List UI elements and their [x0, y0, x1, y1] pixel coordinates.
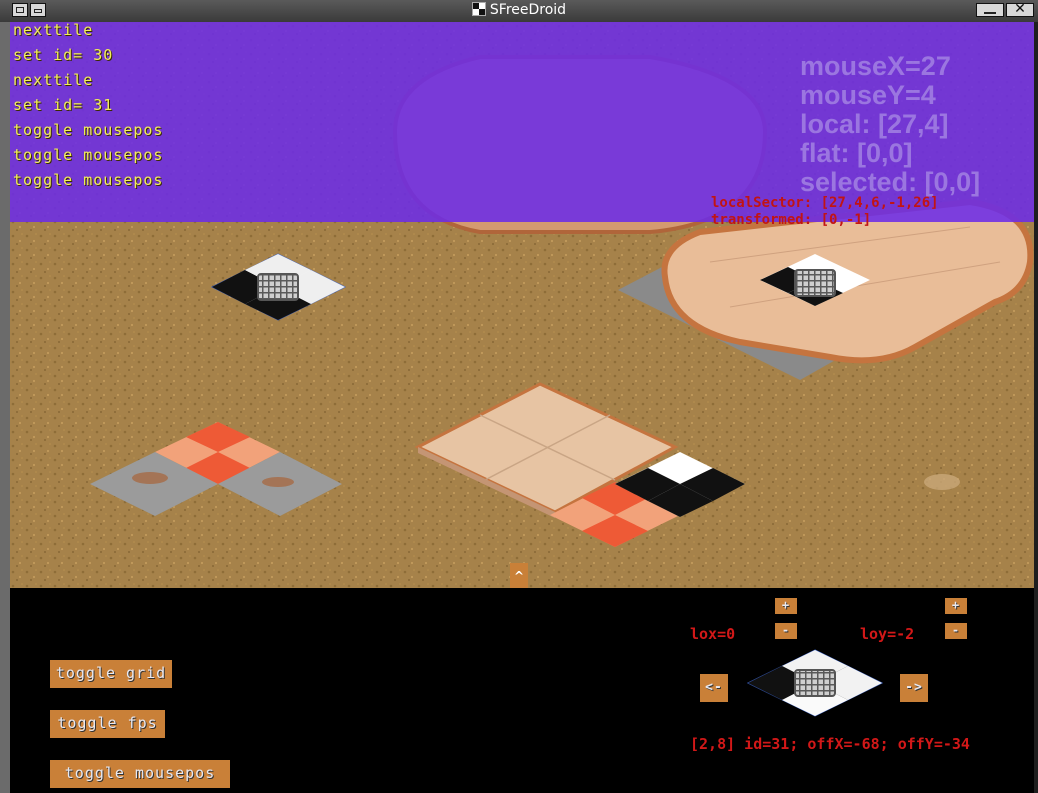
tile-preview	[746, 649, 884, 717]
mouse-y-readout: mouseY=4	[800, 80, 936, 110]
prev-tile-button[interactable]: <-	[700, 674, 728, 702]
mouse-position-readout: mouseX=27 mouseY=4 local: [27,4] flat: […	[800, 52, 980, 197]
mouse-x-readout: mouseX=27	[800, 51, 951, 81]
close-icon[interactable]: ✕	[1006, 1, 1034, 17]
lox-label: lox=0	[690, 625, 736, 643]
editor-panel: toggle grid toggle fps toggle mousepos +…	[10, 588, 1034, 793]
toggle-grid-button[interactable]: toggle grid	[50, 660, 172, 688]
console-log: nexttile set id= 30 nexttile set id= 31 …	[13, 22, 163, 197]
lox-increase-button[interactable]: +	[775, 598, 797, 614]
loy-decrease-button[interactable]: -	[945, 623, 967, 639]
loy-increase-button[interactable]: +	[945, 598, 967, 614]
window-title-bar[interactable]: SFreeDroid ✕	[0, 0, 1038, 23]
flat-readout: flat: [0,0]	[800, 138, 913, 168]
console-line: set id= 31	[13, 96, 114, 114]
loy-label: loy=-2	[860, 625, 915, 643]
window-title: SFreeDroid	[489, 2, 567, 18]
app-icon	[471, 2, 486, 16]
window-right-border	[1034, 22, 1038, 793]
window-title-area: SFreeDroid	[0, 2, 1038, 18]
local-readout: local: [27,4]	[800, 109, 949, 139]
local-sector-readout: localSector: [27,4,6,-1,26]	[711, 195, 939, 211]
console-line: toggle mousepos	[13, 146, 164, 164]
console-line: nexttile	[13, 71, 94, 89]
transformed-readout: transformed: [0,-1]	[711, 212, 872, 228]
lox-decrease-button[interactable]: -	[775, 623, 797, 639]
next-tile-button[interactable]: ->	[900, 674, 928, 702]
console-line: toggle mousepos	[13, 171, 164, 189]
minimize-icon[interactable]	[976, 3, 1004, 17]
sector-readout: localSector: [27,4,6,-1,26] transformed:…	[711, 195, 939, 229]
toggle-mousepos-button[interactable]: toggle mousepos	[50, 760, 230, 788]
console-line: toggle mousepos	[13, 121, 164, 139]
pebbles	[924, 474, 960, 490]
toggle-fps-button[interactable]: toggle fps	[50, 710, 165, 738]
console-line: set id= 30	[13, 46, 114, 64]
window-left-border	[0, 22, 10, 793]
tile-info: [2,8] id=31; offX=-68; offY=-34	[690, 735, 970, 753]
selected-readout: selected: [0,0]	[800, 167, 981, 197]
console-line: nexttile	[13, 21, 94, 39]
